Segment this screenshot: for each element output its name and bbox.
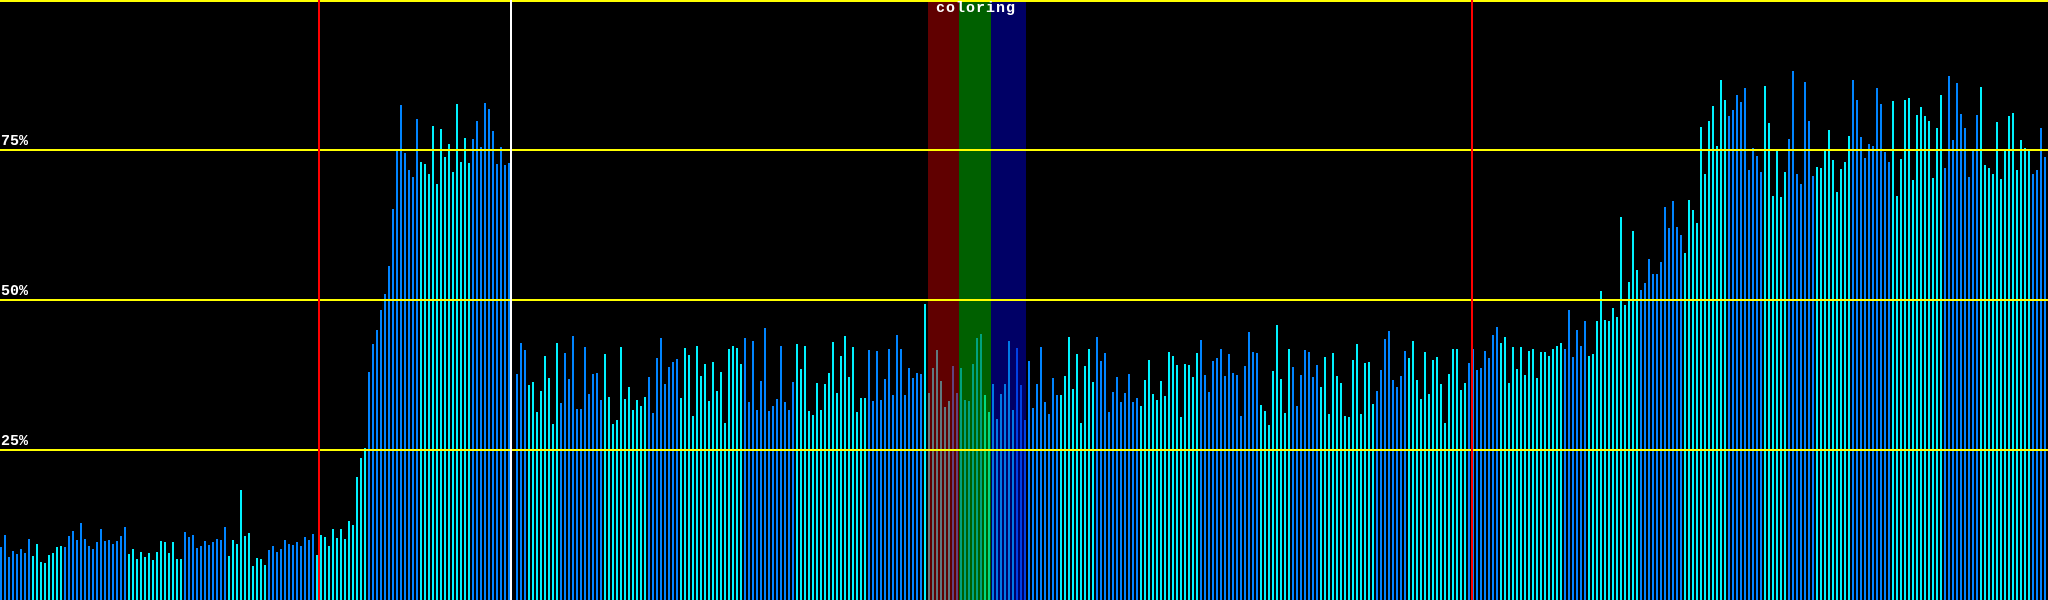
y-axis-label-25: 25% [1,433,29,450]
coloring-band-label: coloring [936,0,1017,17]
profiler-history-chart: 75% 50% 25% coloring [0,0,2048,600]
labels-layer: 75% 50% 25% coloring [0,0,2048,600]
y-axis-label-50: 50% [1,283,29,300]
y-axis-label-75: 75% [1,133,29,150]
